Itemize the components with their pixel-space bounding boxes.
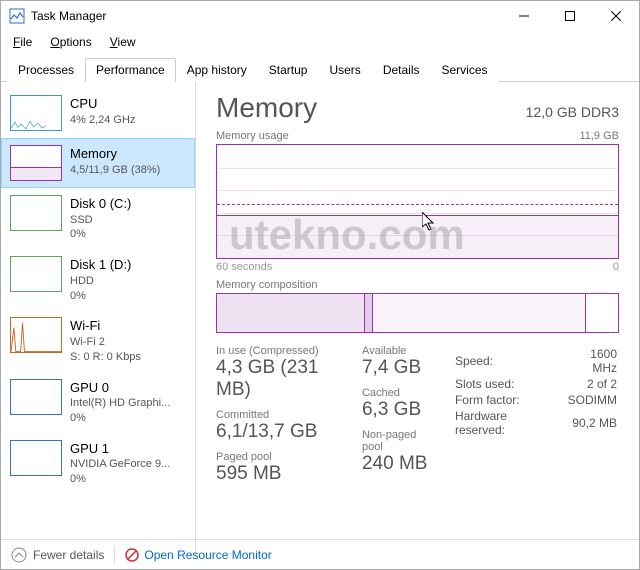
stat-value-inuse: 4,3 GB (231 MB) <box>216 357 338 401</box>
menu-view[interactable]: View <box>102 33 144 51</box>
info-label-speed: Speed: <box>455 347 563 375</box>
sidebar-item-detail: Wi-Fi 2 <box>70 335 141 350</box>
sidebar-item-label: Memory <box>70 145 160 163</box>
memory-thumbnail-chart <box>10 145 62 181</box>
sidebar-item-detail2: S: 0 R: 0 Kbps <box>70 350 141 365</box>
tab-processes[interactable]: Processes <box>7 58 85 82</box>
stat-label-available: Available <box>362 345 429 357</box>
gpu-thumbnail-chart <box>10 440 62 476</box>
sidebar-item-label: CPU <box>70 95 135 113</box>
info-value-slots: 2 of 2 <box>565 377 617 391</box>
info-value-form: SODIMM <box>565 393 617 407</box>
sidebar-item-detail: Intel(R) HD Graphi... <box>70 396 170 411</box>
memory-capacity: 12,0 GB DDR3 <box>526 104 619 120</box>
open-resource-monitor-label: Open Resource Monitor <box>144 548 271 562</box>
sidebar-item-label: GPU 0 <box>70 379 170 397</box>
watermark-text: utekno.com <box>229 211 465 259</box>
stat-value-committed: 6,1/13,7 GB <box>216 421 338 443</box>
stat-label-cached: Cached <box>362 387 429 399</box>
minimize-button[interactable] <box>501 1 547 31</box>
tab-startup[interactable]: Startup <box>258 58 319 82</box>
tab-bar: Processes Performance App history Startu… <box>1 53 639 82</box>
info-value-reserved: 90,2 MB <box>565 409 617 437</box>
fewer-details-button[interactable]: Fewer details <box>11 547 104 563</box>
sidebar-item-detail: 4% 2,24 GHz <box>70 113 135 128</box>
sidebar-item-wifi[interactable]: Wi-Fi Wi-Fi 2 S: 0 R: 0 Kbps <box>1 310 195 371</box>
footer-bar: Fewer details Open Resource Monitor <box>1 539 639 569</box>
sidebar-item-detail2: 0% <box>70 411 170 426</box>
stat-label-committed: Committed <box>216 409 338 421</box>
stat-value-paged: 595 MB <box>216 463 338 485</box>
sidebar-item-label: Wi-Fi <box>70 317 141 335</box>
tab-app-history[interactable]: App history <box>176 58 258 82</box>
memory-composition-chart <box>216 293 619 333</box>
tab-users[interactable]: Users <box>318 58 371 82</box>
sidebar-item-detail: SSD <box>70 213 131 228</box>
sidebar-item-cpu[interactable]: CPU 4% 2,24 GHz <box>1 88 195 138</box>
usage-chart-max: 11,9 GB <box>579 130 619 142</box>
menu-options[interactable]: Options <box>42 33 99 51</box>
info-label-form: Form factor: <box>455 393 563 407</box>
stat-label-inuse: In use (Compressed) <box>216 345 338 357</box>
performance-sidebar: CPU 4% 2,24 GHz Memory 4,5/11,9 GB (38%)… <box>1 82 196 555</box>
open-resource-monitor-link[interactable]: Open Resource Monitor <box>125 548 271 562</box>
sidebar-item-label: Disk 0 (C:) <box>70 195 131 213</box>
sidebar-item-detail2: 0% <box>70 472 170 487</box>
menu-file[interactable]: File <box>5 33 40 51</box>
info-value-speed: 1600 MHz <box>565 347 617 375</box>
sidebar-item-gpu0[interactable]: GPU 0 Intel(R) HD Graphi... 0% <box>1 372 195 433</box>
sidebar-item-memory[interactable]: Memory 4,5/11,9 GB (38%) <box>1 138 195 188</box>
sidebar-item-label: Disk 1 (D:) <box>70 256 131 274</box>
disk-thumbnail-chart <box>10 256 62 292</box>
divider <box>114 546 115 564</box>
tab-performance[interactable]: Performance <box>85 58 176 82</box>
chart-time-left: 60 seconds <box>216 261 272 273</box>
chevron-up-circle-icon <box>11 547 27 563</box>
stat-value-nonpaged: 240 MB <box>362 453 429 475</box>
window-title: Task Manager <box>31 9 501 23</box>
sidebar-item-detail: NVIDIA GeForce 9... <box>70 457 170 472</box>
sidebar-item-detail: HDD <box>70 274 131 289</box>
wifi-thumbnail-chart <box>10 317 62 353</box>
resource-monitor-icon <box>125 548 139 562</box>
maximize-button[interactable] <box>547 1 593 31</box>
memory-detail-panel: Memory 12,0 GB DDR3 Memory usage 11,9 GB… <box>196 82 639 555</box>
memory-info-table: Speed:1600 MHz Slots used:2 of 2 Form fa… <box>453 345 619 439</box>
sidebar-item-disk0[interactable]: Disk 0 (C:) SSD 0% <box>1 188 195 249</box>
sidebar-item-disk1[interactable]: Disk 1 (D:) HDD 0% <box>1 249 195 310</box>
stat-label-paged: Paged pool <box>216 451 338 463</box>
sidebar-item-detail2: 0% <box>70 289 131 304</box>
page-title: Memory <box>216 92 317 124</box>
stat-value-available: 7,4 GB <box>362 357 429 379</box>
composition-chart-label: Memory composition <box>216 279 317 291</box>
sidebar-item-label: GPU 1 <box>70 440 170 458</box>
chart-time-right: 0 <box>613 261 619 273</box>
sidebar-item-detail2: 0% <box>70 227 131 242</box>
info-label-slots: Slots used: <box>455 377 563 391</box>
stat-label-nonpaged: Non-paged pool <box>362 429 429 453</box>
task-manager-icon <box>9 8 25 24</box>
sidebar-item-detail: 4,5/11,9 GB (38%) <box>70 163 160 178</box>
cpu-thumbnail-chart <box>10 95 62 131</box>
titlebar: Task Manager <box>1 1 639 31</box>
usage-chart-label: Memory usage <box>216 130 289 142</box>
tab-services[interactable]: Services <box>431 58 499 82</box>
fewer-details-label: Fewer details <box>33 548 104 562</box>
close-button[interactable] <box>593 1 639 31</box>
disk-thumbnail-chart <box>10 195 62 231</box>
stat-value-cached: 6,3 GB <box>362 399 429 421</box>
menubar: File Options View <box>1 31 639 53</box>
gpu-thumbnail-chart <box>10 379 62 415</box>
info-label-reserved: Hardware reserved: <box>455 409 563 437</box>
tab-details[interactable]: Details <box>372 58 431 82</box>
sidebar-item-gpu1[interactable]: GPU 1 NVIDIA GeForce 9... 0% <box>1 433 195 494</box>
